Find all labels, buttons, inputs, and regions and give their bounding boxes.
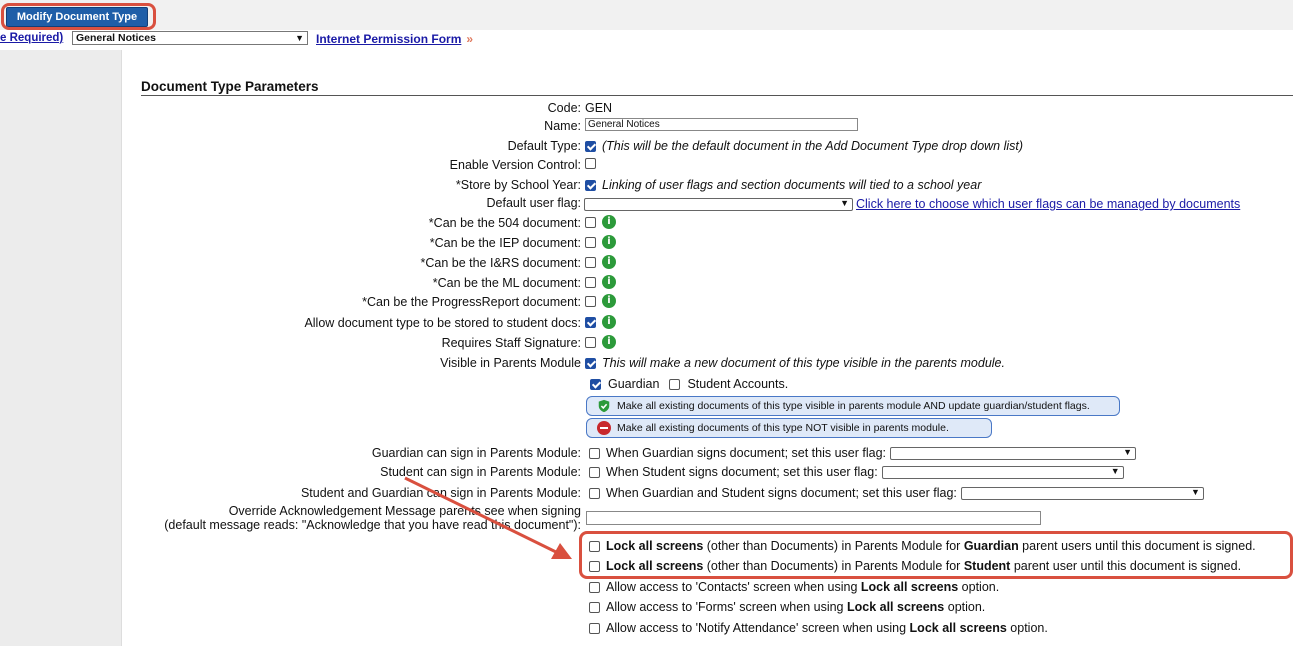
doc-progress-checkbox[interactable] [585,295,596,307]
info-icon[interactable]: i [602,315,616,329]
info-icon[interactable]: i [602,275,616,289]
doc-iep-label: *Can be the IEP document: [429,236,581,250]
name-label: Name: [544,119,581,133]
default-type-label: Default Type: [507,139,581,153]
name-input[interactable]: General Notices [585,118,858,131]
doc-ml-label: *Can be the ML document: [432,276,581,290]
contacts-access-label: Allow access to 'Contacts' screen when u… [606,580,1000,594]
stop-icon [597,421,611,435]
visible-parents-label: Visible in Parents Module [440,356,581,370]
attendance-access-row: Allow access to 'Notify Attendance' scre… [589,621,1048,635]
make-visible-button[interactable]: Make all existing documents of this type… [586,396,1120,416]
override-message-input[interactable] [586,511,1041,525]
user-flag-link[interactable]: Click here to choose which user flags ca… [856,197,1240,211]
info-icon[interactable]: i [602,255,616,269]
code-label: Code: [547,101,581,115]
default-type-note: (This will be the default document in th… [602,139,1024,153]
default-type-checkbox[interactable] [585,140,596,152]
both-sign-label: Student and Guardian can sign in Parents… [300,486,581,500]
guardian-checkbox[interactable] [590,378,601,390]
highlight-annotation-top [1,3,156,30]
version-control-label: Enable Version Control: [449,158,581,172]
doc-ml-checkbox[interactable] [585,276,596,288]
guardian-sign-note: When Guardian signs document; set this u… [606,446,887,460]
student-accounts-label: Student Accounts. [687,377,789,391]
info-icon[interactable]: i [602,294,616,308]
attendance-access-label: Allow access to 'Notify Attendance' scre… [606,621,1048,635]
section-title: Document Type Parameters [141,79,319,94]
contacts-access-row: Allow access to 'Contacts' screen when u… [589,580,999,594]
user-flag-select[interactable]: ▼ [584,197,853,211]
left-pane [0,50,121,646]
highlight-annotation-lock [579,531,1293,579]
override-label-line2: (default message reads: "Acknowledge tha… [164,518,581,532]
shield-check-icon [598,399,610,413]
guardian-sign-label: Guardian can sign in Parents Module: [371,446,581,460]
forms-access-row: Allow access to 'Forms' screen when usin… [589,600,985,614]
chevron-down-icon: ▼ [1190,486,1200,497]
user-flag-label: Default user flag: [486,196,582,210]
visible-parents-checkbox[interactable] [585,357,596,369]
visible-parents-note: This will make a new document of this ty… [602,356,1005,370]
forms-access-checkbox[interactable] [589,601,600,613]
doc-irs-label: *Can be the I&RS document: [420,256,581,270]
override-label: Override Acknowledgement Message parents… [164,504,581,532]
doc-progress-label: *Can be the ProgressReport document: [362,295,581,309]
doc-504-checkbox[interactable] [585,216,596,228]
both-flag-select[interactable]: ▼ [960,486,1204,500]
chevron-down-icon: ▼ [1110,465,1120,476]
double-chevron-right-icon: » [466,32,474,46]
chevron-down-icon: ▼ [295,33,304,43]
student-sign-checkbox[interactable] [589,466,600,478]
info-icon[interactable]: i [602,235,616,249]
guardian-sign-checkbox[interactable] [589,447,600,459]
contacts-access-checkbox[interactable] [589,581,600,593]
doc-504-label: *Can be the 504 document: [428,216,581,230]
student-flag-select[interactable]: ▼ [881,465,1124,479]
both-sign-note: When Guardian and Student signs document… [606,486,957,500]
document-type-select-value: General Notices [76,32,156,44]
doc-iep-checkbox[interactable] [585,236,596,248]
student-sign-note: When Student signs document; set this us… [606,465,878,479]
version-control-checkbox[interactable] [585,158,596,169]
forms-access-label: Allow access to 'Forms' screen when usin… [606,600,986,614]
required-link[interactable]: e Required) [0,32,63,44]
student-accounts-checkbox[interactable] [669,378,681,390]
next-document-label: Internet Permission Form [316,32,462,46]
both-sign-checkbox[interactable] [589,487,600,499]
guardian-label: Guardian [608,377,660,391]
doc-irs-checkbox[interactable] [585,256,596,268]
guardian-flag-select[interactable]: ▼ [890,446,1137,460]
info-icon[interactable]: i [602,335,616,349]
student-sign-label: Student can sign in Parents Module: [380,465,581,479]
make-not-visible-button[interactable]: Make all existing documents of this type… [586,418,992,438]
document-type-select[interactable]: General Notices ▼ [72,31,308,45]
top-toolbar [0,0,1293,30]
attendance-access-checkbox[interactable] [589,622,600,634]
info-icon[interactable]: i [602,215,616,229]
student-docs-label: Allow document type to be stored to stud… [304,316,581,330]
chevron-down-icon: ▼ [840,197,849,208]
override-label-line1: Override Acknowledgement Message parents… [228,504,581,518]
student-docs-checkbox[interactable] [585,316,596,328]
school-year-label: *Store by School Year: [455,178,581,192]
make-visible-label: Make all existing documents of this type… [617,400,1090,412]
school-year-checkbox[interactable] [585,179,596,191]
staff-signature-checkbox[interactable] [585,336,596,348]
code-value: GEN [585,101,613,115]
school-year-note: Linking of user flags and section docume… [602,178,982,192]
chevron-down-icon: ▼ [1123,446,1133,457]
divider [141,95,1293,96]
make-not-visible-label: Make all existing documents of this type… [617,422,949,434]
next-document-link[interactable]: Internet Permission Form » [316,32,473,46]
staff-signature-label: Requires Staff Signature: [441,336,581,350]
